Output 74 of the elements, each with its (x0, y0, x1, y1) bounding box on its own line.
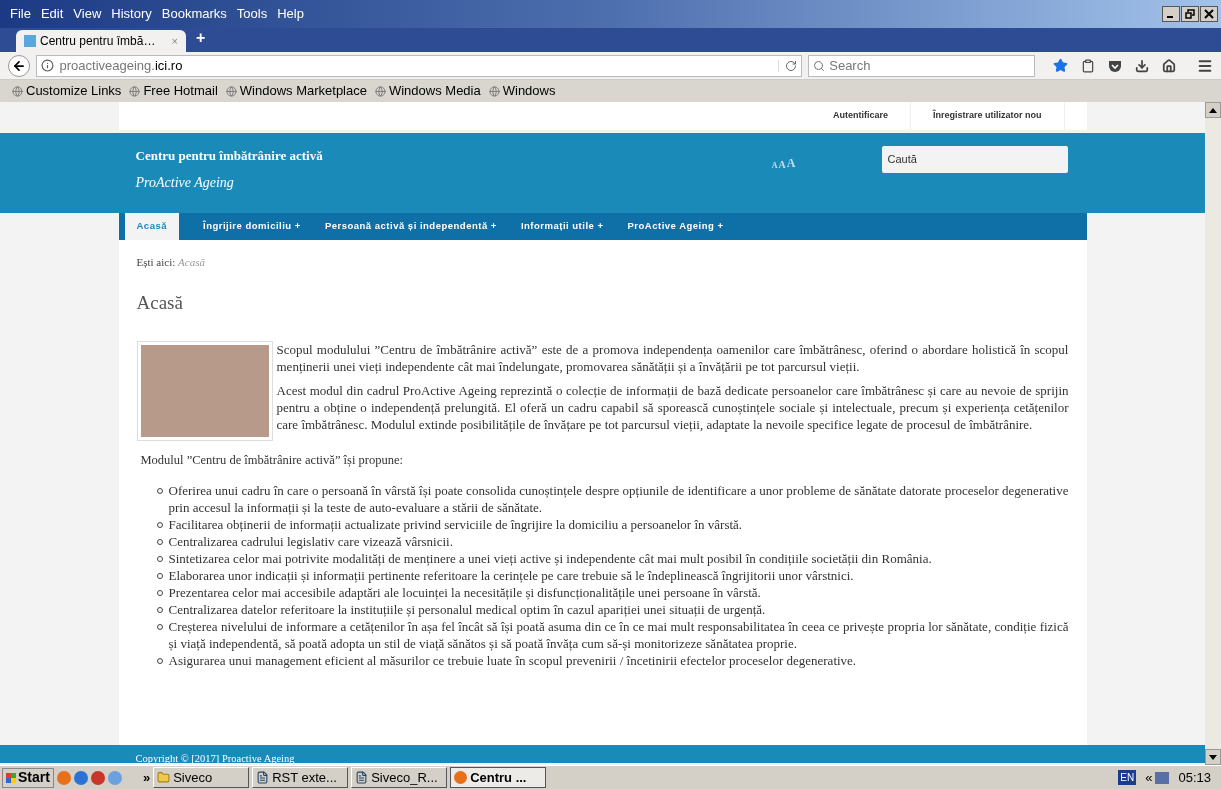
nav-tab[interactable]: ProActive Ageing + (615, 213, 736, 240)
list-item: Creșterea nivelului de informare a cetățenilor în așa fel încât să își poată asuma din ce în ce mai mult responsabilitatea în ceea ce privește propria lor sănătate, condiție fizică și viață independentă, să poată adopta un stil de viață sănătos și să poată învăța cum să-și monitorizeze sănătatea proprie. (168, 617, 1069, 652)
language-indicator[interactable]: EN (1118, 770, 1137, 785)
menu-item[interactable]: Tools (236, 4, 268, 24)
home-icon[interactable] (1162, 58, 1176, 73)
menu-item[interactable]: File (10, 4, 31, 24)
reload-button[interactable] (778, 59, 798, 72)
tray-expand-button[interactable]: « (1145, 767, 1153, 788)
scroll-down-icon[interactable] (1205, 749, 1221, 765)
new-tab-button[interactable]: + (196, 26, 206, 50)
bookmark-link[interactable]: Windows Media (374, 81, 481, 101)
windows-flag-icon (6, 772, 16, 783)
minimize-icon[interactable] (1162, 6, 1180, 22)
list-item: Elaborarea unor indicații și informații pertinente referitoare la cerințele pe care trebuie să le îndeplinească îngrijitorii unor vârstnici. (168, 566, 854, 584)
back-arrow-icon (11, 58, 26, 73)
clipboard-icon[interactable] (1081, 58, 1095, 73)
header-link[interactable]: Înregistrare utilizator nou (910, 102, 1065, 130)
bookmark-link[interactable]: Free Hotmail (129, 81, 218, 101)
site-search-field[interactable]: Caută (881, 146, 1068, 173)
nav-tab[interactable]: Persoană activă și independentă + (312, 213, 509, 240)
nav-tab[interactable]: Informații utile + (508, 213, 616, 240)
site-title: Centru pentru îmbătrânire activă (135, 147, 323, 165)
more-button[interactable]: » (142, 767, 151, 788)
start-button[interactable]: Start (2, 767, 54, 788)
page-heading: Acasă (136, 290, 184, 315)
nav-tab[interactable]: Acasă (124, 213, 179, 240)
search-field[interactable]: Search (808, 54, 1035, 77)
bookmark-link[interactable]: Windows Marketplace (225, 81, 367, 101)
menu-icon[interactable] (1197, 57, 1213, 74)
list-item: Oferirea unui cadru în care o persoană în vârstă își poate consolida cunoștințele despre opțiunile de identificare a unor probleme de sănătate datorate proceselor degenerative prin accesul la informații și la teste de auto-evaluare a stării de sănătate. (168, 481, 1069, 516)
list-item: Centralizarea cadrului legislativ care vizează vârsnicii. (168, 532, 453, 550)
scroll-up-icon[interactable] (1205, 102, 1221, 118)
paragraph: Scopul modulului ”Centru de îmbătrânire activă” este de a promova independența oamenilor care îmbătrânesc, oferind o abordare holistică în scopul menținerii unei vieți independente cât mai îndelungate, promovarea sănătății și a învățării pe tot parcursul vieții. (276, 341, 1069, 375)
bookmark-star-icon[interactable] (1053, 58, 1068, 73)
menu-item[interactable]: History (111, 4, 152, 24)
download-icon[interactable] (1135, 58, 1149, 73)
back-button[interactable] (8, 54, 30, 77)
clock: 05:13 (1178, 768, 1211, 787)
list-item: Centralizarea datelor referitoare la instituțiile și personalul medical optim în cazul apariției unei situații de urgență. (168, 600, 766, 618)
tab-title: Centru pentru îmbă… (40, 33, 156, 50)
taskbar-button[interactable]: Centru ... (450, 767, 547, 788)
list-item: Prezentarea celor mai accesibile adaptări ale locuinței la necesitățile și disfuncționalitățile unei persoane în vârstă. (168, 583, 761, 601)
menu-item[interactable]: Help (277, 4, 304, 24)
list-intro: Modulul ”Centru de îmbătrânire activă” își propune: (140, 452, 404, 469)
browser-tab[interactable]: Centru pentru îmbă… × (16, 30, 186, 52)
restore-icon[interactable] (1181, 6, 1199, 22)
close-icon[interactable] (1200, 6, 1218, 22)
address-field[interactable]: proactiveageing.ici.ro (35, 54, 803, 77)
taskbar-button[interactable]: Siveco (153, 767, 250, 788)
menu-item[interactable]: Edit (40, 4, 64, 24)
search-icon (813, 59, 826, 72)
document-icon (256, 771, 270, 784)
nav-tab[interactable]: Îngrijire domiciliu + (191, 213, 313, 240)
page-icon (24, 35, 36, 47)
pocket-icon[interactable] (1108, 58, 1122, 73)
breadcrumb: Ești aici: Acasă (136, 255, 206, 270)
bookmark-link[interactable]: Windows (488, 81, 556, 101)
taskbar-button[interactable]: Siveco_R... (351, 767, 448, 788)
header-link[interactable]: Autentificare (810, 102, 910, 130)
list-item: Facilitarea obținerii de informații actualizate privind serviciile de îngrijire la domiciliu a persoanelor în vârstă. (168, 515, 743, 533)
menu-item[interactable]: View (73, 4, 102, 24)
menu-item[interactable]: Bookmarks (161, 4, 227, 24)
bookmark-link[interactable]: Customize Links (12, 81, 122, 101)
list-item: Asigurarea unui management eficient al măsurilor ce trebuie luate în scopul prevenirii / încetinirii efectelor proceselor degenerative. (168, 651, 857, 669)
footer-copyright: Copyright © [2017] Proactive Ageing (135, 753, 295, 764)
address-text: proactiveageing.ici.ro (59, 56, 183, 75)
info-icon (40, 59, 54, 72)
list-item: Sintetizarea celor mai potrivite modalități de menținere a unei vieți active și independente cât mai mult posibil în condițiile societății din România. (168, 549, 932, 567)
document-icon (355, 771, 369, 784)
taskbar-button[interactable]: RST exte... (252, 767, 349, 788)
paragraph: Acest modul din cadrul ProActive Ageing reprezintă o colecție de informații de bază dedicate persoanelor care îmbătrânesc și care au nevoie de sprijin pentru a obține o independență prelungită. El oferă un cadru capabil să sporească cunoștințele sociale și intelectuale, precum și experiența cetățenilor care îmbătrânesc. Modulul extinde posibilitățile de învățare pe tot parcursul vieții, adaptate la nevoile specifice legate de procesul de îmbătrânire. (276, 382, 1069, 433)
site-subtitle: ProActive Ageing (135, 173, 235, 192)
folder-icon (157, 771, 171, 784)
scrollbar[interactable] (1205, 102, 1221, 765)
